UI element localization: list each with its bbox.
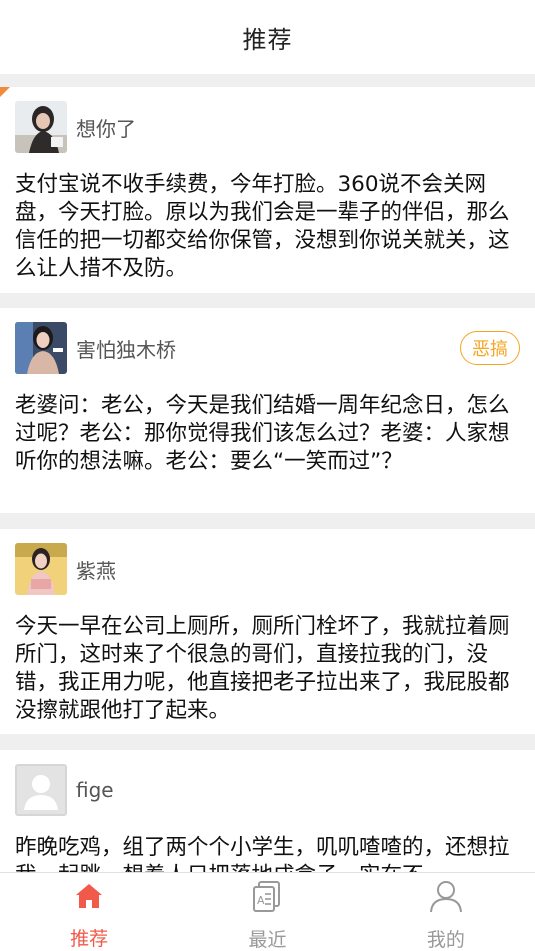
post-content: 昨晚吃鸡，组了两个个小学生，叽叽喳喳的，还想拉我一起跳，想着人只把落地成盒子，实…: [15, 835, 510, 872]
page-title: 推荐: [242, 25, 293, 54]
feed-post[interactable]: 想你了 支付宝说不收手续费，今年打脸。360说不会关网盘，今天打脸。原以为我们会…: [0, 87, 535, 293]
feed-post[interactable]: 害怕独木桥 恶搞 老婆问：老公，今天是我们结婚一周年纪念日，怎么过呢？老公：那你…: [0, 308, 535, 513]
author-name[interactable]: 想你了: [76, 113, 136, 142]
post-author[interactable]: 紫燕: [15, 543, 116, 595]
tab-label: 推荐: [70, 928, 109, 950]
author-name[interactable]: fige: [76, 778, 114, 802]
post-author[interactable]: 害怕独木桥: [15, 322, 176, 374]
tab-recommend[interactable]: 推荐: [0, 873, 178, 951]
girl-photo-avatar[interactable]: [15, 101, 67, 153]
category-tag[interactable]: 恶搞: [460, 331, 520, 365]
feed-post[interactable]: fige 昨晚吃鸡，组了两个个小学生，叽叽喳喳的，还想拉我一起跳，想着人只把落地…: [0, 750, 535, 872]
tab-label: 我的: [426, 929, 465, 951]
bottom-tab-bar: 推荐 A 最近 我的: [0, 872, 535, 951]
feed-post[interactable]: 紫燕 今天一早在公司上厕所，厕所门栓坏了，我就拉着厕所门，这时来了个很急的哥们，…: [0, 529, 535, 734]
top-header: 推荐: [0, 0, 535, 74]
default-user-avatar[interactable]: [15, 764, 67, 816]
post-author[interactable]: 想你了: [15, 101, 136, 153]
document-icon: A: [249, 879, 285, 913]
home-icon: [71, 879, 107, 912]
post-content: 支付宝说不收手续费，今年打脸。360说不会关网盘，今天打脸。原以为我们会是一辈子…: [15, 172, 510, 281]
post-content: 老婆问：老公，今天是我们结婚一周年纪念日，怎么过呢？老公：那你觉得我们该怎么过？…: [15, 393, 510, 474]
post-content: 今天一早在公司上厕所，厕所门栓坏了，我就拉着厕所门，这时来了个很急的哥们，直接拉…: [15, 614, 510, 723]
person-icon: [428, 879, 464, 913]
author-name[interactable]: 害怕独木桥: [76, 334, 176, 363]
joke-feed[interactable]: 想你了 支付宝说不收手续费，今年打脸。360说不会关网盘，今天打脸。原以为我们会…: [0, 74, 535, 872]
tab-label: 最近: [248, 929, 287, 951]
tab-recent[interactable]: A 最近: [178, 873, 356, 951]
post-author[interactable]: fige: [15, 764, 114, 816]
corner-marker: [0, 87, 10, 97]
author-name[interactable]: 紫燕: [76, 555, 116, 584]
tab-mine[interactable]: 我的: [357, 873, 535, 951]
girl-photo-avatar[interactable]: [15, 543, 67, 595]
svg-text:A: A: [257, 894, 265, 907]
girl-photo-avatar[interactable]: [15, 322, 67, 374]
